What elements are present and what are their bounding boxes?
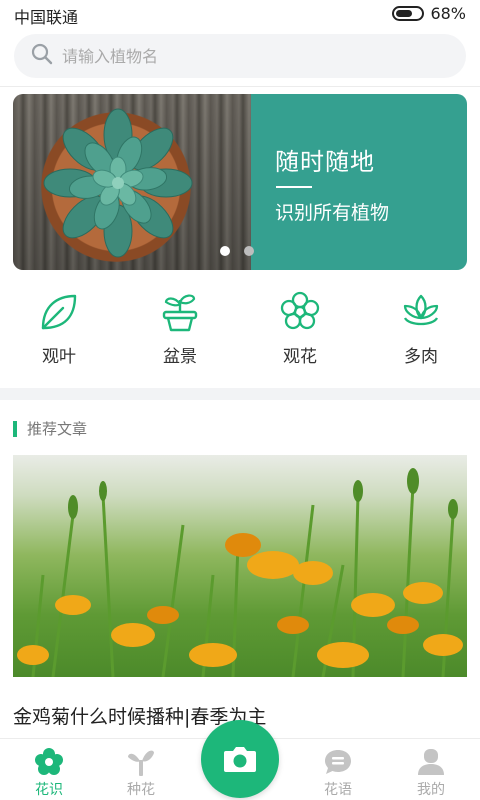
banner-divider <box>276 186 312 188</box>
battery-icon <box>392 6 425 21</box>
carousel-dots <box>220 246 254 256</box>
carousel-dot-1[interactable] <box>220 246 230 256</box>
carousel-dot-2[interactable] <box>244 246 254 256</box>
section-separator <box>0 388 480 400</box>
search-bar[interactable] <box>14 34 466 78</box>
battery-indicator: 68% <box>392 4 466 23</box>
search-icon <box>30 42 54 70</box>
flower-icon <box>35 748 63 775</box>
potted-plant-icon <box>162 294 198 332</box>
category-flowers[interactable]: 观花 <box>260 290 340 367</box>
status-bar: 中国联通 68% <box>0 0 480 28</box>
flower-icon <box>280 291 320 330</box>
banner-image <box>13 94 251 270</box>
category-foliage[interactable]: 观叶 <box>19 290 99 367</box>
leaf-icon <box>41 294 77 330</box>
succulent-icon <box>403 294 439 326</box>
banner-title: 随时随地 <box>275 148 375 176</box>
category-label: 观花 <box>283 347 317 367</box>
tab-label: 花语 <box>324 782 352 798</box>
section-header: 推荐文章 <box>13 418 87 439</box>
category-label: 盆景 <box>163 347 197 367</box>
category-row: 观叶 盆景 观花 多肉 <box>0 290 480 372</box>
user-icon <box>418 749 444 775</box>
tab-identify[interactable]: 花识 <box>19 747 79 799</box>
tab-label: 我的 <box>417 782 445 798</box>
tab-profile[interactable]: 我的 <box>401 747 461 799</box>
chat-icon <box>325 750 351 774</box>
banner-subtitle: 识别所有植物 <box>275 202 390 224</box>
camera-icon <box>224 747 256 772</box>
article-image[interactable] <box>13 455 467 677</box>
camera-button[interactable] <box>201 720 279 798</box>
section-title: 推荐文章 <box>27 420 88 438</box>
category-label: 多肉 <box>404 347 438 367</box>
tab-label: 种花 <box>127 782 155 798</box>
search-input[interactable] <box>62 46 442 66</box>
banner-text-panel: 随时随地 识别所有植物 <box>251 94 467 270</box>
tab-flower-language[interactable]: 花语 <box>308 747 368 799</box>
marigold-photo <box>17 468 463 677</box>
category-label: 观叶 <box>42 347 76 367</box>
carrier-name: 中国联通 <box>14 8 79 27</box>
tab-grow[interactable]: 种花 <box>111 747 171 799</box>
battery-level <box>396 10 413 17</box>
section-accent-bar <box>13 420 17 437</box>
sprout-icon <box>128 750 154 776</box>
header-divider <box>0 86 480 87</box>
category-bonsai[interactable]: 盆景 <box>140 290 220 367</box>
tab-label: 花识 <box>35 782 63 798</box>
category-succulents[interactable]: 多肉 <box>381 290 461 367</box>
battery-percent: 68% <box>430 4 466 23</box>
succulent-illustration <box>43 108 193 258</box>
banner-carousel[interactable]: 随时随地 识别所有植物 <box>13 94 467 270</box>
